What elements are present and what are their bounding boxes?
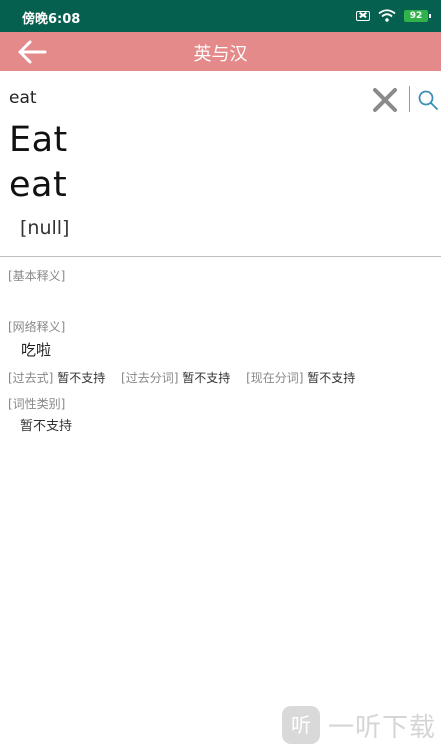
network-definition-value: 吃啦 — [21, 341, 52, 359]
word-title: Eat — [9, 120, 68, 160]
basic-definition-label: [基本释义] — [8, 269, 66, 283]
network-definition-label: [网络释义] — [8, 320, 66, 334]
past-participle-label: [过去分词] — [121, 371, 179, 385]
word-forms-row: [过去式] 暂不支持 [过去分词] 暂不支持 [现在分词] 暂不支持 — [8, 369, 367, 386]
past-tense-label: [过去式] — [8, 371, 54, 385]
status-bar: 傍晚6:08 92 — [0, 0, 441, 32]
search-icon[interactable] — [417, 89, 439, 111]
battery-icon: 92 — [404, 9, 431, 22]
status-time: 傍晚6:08 — [22, 12, 81, 27]
app-bar: 英与汉 — [0, 32, 441, 71]
word-lowercase: eat — [9, 165, 68, 205]
search-divider — [409, 86, 410, 112]
past-participle-value: 暂不支持 — [182, 371, 231, 385]
wifi-icon — [378, 9, 396, 22]
search-input[interactable] — [9, 84, 359, 112]
watermark: 听 一听下载 — [282, 706, 436, 744]
clear-icon[interactable] — [371, 86, 399, 114]
watermark-logo: 听 — [282, 706, 320, 744]
present-participle-label: [现在分词] — [246, 371, 304, 385]
status-icons: 92 — [356, 9, 431, 22]
part-of-speech-value: 暂不支持 — [20, 419, 73, 434]
present-participle-value: 暂不支持 — [307, 371, 356, 385]
part-of-speech-label: [词性类别] — [8, 397, 66, 411]
page-title: 英与汉 — [193, 44, 248, 65]
divider — [0, 256, 441, 257]
watermark-text: 一听下载 — [328, 712, 437, 743]
no-sim-icon — [356, 10, 370, 21]
past-tense-value: 暂不支持 — [57, 371, 106, 385]
phonetic: [null] — [20, 217, 70, 239]
